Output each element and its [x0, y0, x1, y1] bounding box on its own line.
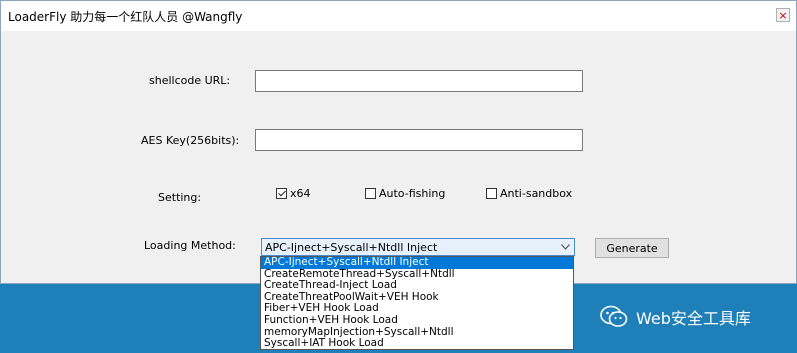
auto-fishing-checkbox[interactable]: Auto-fishing	[365, 187, 445, 200]
dropdown-option[interactable]: Function+VEH Hook Load	[261, 314, 573, 327]
aes-key-input[interactable]	[255, 129, 583, 151]
aes-key-label: AES Key(256bits):	[141, 134, 240, 147]
loading-method-label: Loading Method:	[144, 239, 236, 252]
x64-checkbox[interactable]: x64	[276, 187, 311, 200]
close-button[interactable]: ×	[776, 8, 790, 22]
title-bar: LoaderFly 助力每一个红队人员 @Wangfly ×	[1, 1, 796, 31]
wechat-icon	[600, 305, 628, 329]
x64-label: x64	[290, 187, 311, 200]
auto-fishing-label: Auto-fishing	[379, 187, 446, 200]
checkbox-checked-icon	[276, 188, 287, 199]
window-title: LoaderFly 助力每一个红队人员 @Wangfly	[8, 10, 243, 24]
loaderfly-window: LoaderFly 助力每一个红队人员 @Wangfly × shellcode…	[0, 0, 797, 284]
checkbox-unchecked-icon	[486, 188, 497, 199]
close-icon: ×	[778, 8, 788, 22]
generate-button[interactable]: Generate	[595, 238, 669, 258]
loading-method-select[interactable]: APC-Ijnect+Syscall+Ntdll Inject	[261, 238, 575, 256]
anti-sandbox-label: Anti-sandbox	[500, 187, 573, 200]
watermark-text: Web安全工具库	[636, 309, 751, 328]
chevron-down-icon[interactable]	[559, 241, 571, 253]
watermark: Web安全工具库	[600, 305, 751, 329]
shellcode-url-input[interactable]	[255, 70, 583, 92]
loading-method-value: APC-Ijnect+Syscall+Ntdll Inject	[265, 241, 438, 254]
dropdown-option[interactable]: APC-Ijnect+Syscall+Ntdll Inject	[261, 257, 573, 269]
setting-label: Setting:	[158, 191, 202, 204]
anti-sandbox-checkbox[interactable]: Anti-sandbox	[486, 187, 572, 200]
dropdown-option[interactable]: Syscall+IAT Hook Load	[261, 338, 573, 349]
loading-method-dropdown: APC-Ijnect+Syscall+Ntdll Inject CreateRe…	[260, 256, 574, 350]
shellcode-url-label: shellcode URL:	[149, 74, 231, 87]
checkbox-unchecked-icon	[365, 188, 376, 199]
